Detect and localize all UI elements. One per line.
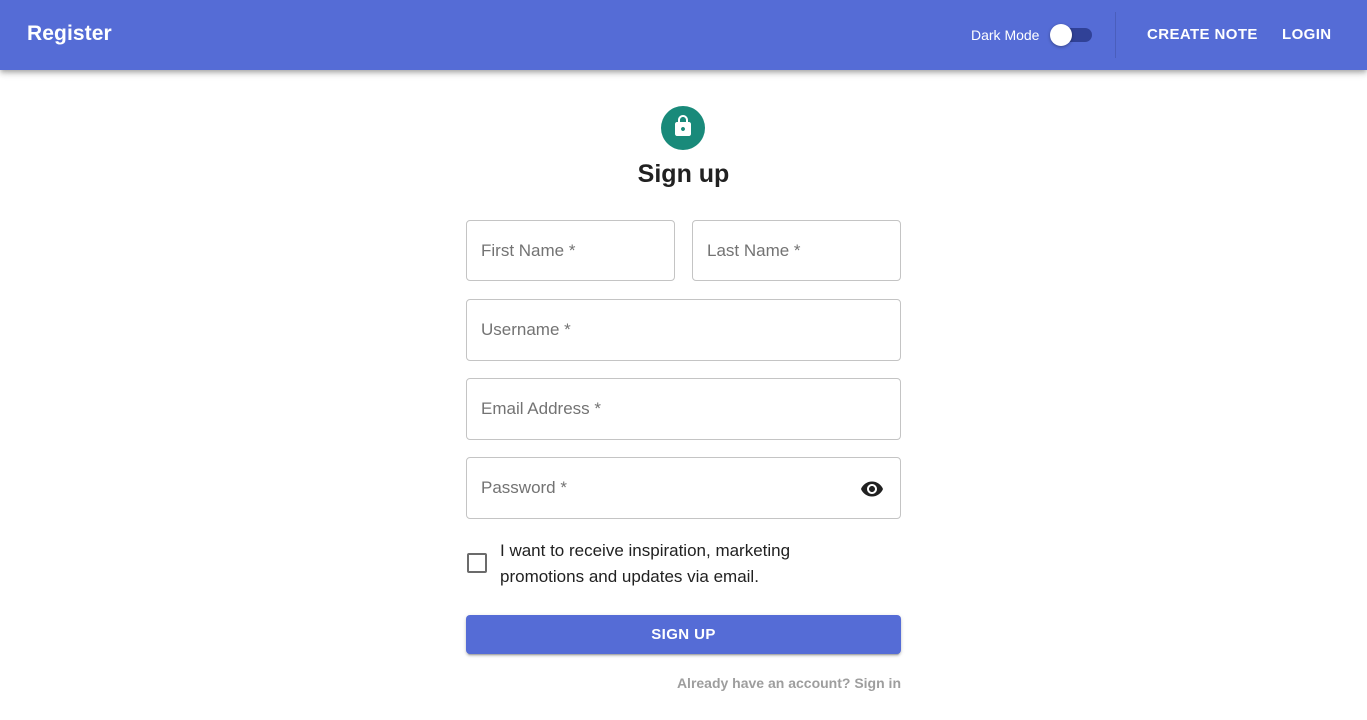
email-field[interactable]: Email Address *	[466, 378, 901, 440]
login-button[interactable]: LOGIN	[1282, 26, 1332, 43]
page-title: Register	[27, 22, 112, 45]
dark-mode-toggle[interactable]	[1049, 24, 1093, 46]
lock-icon	[671, 114, 695, 143]
app-bar: Register Dark Mode CREATE NOTE LOGIN	[0, 0, 1367, 70]
avatar	[661, 106, 705, 150]
eye-icon[interactable]	[859, 476, 885, 502]
password-placeholder: Password *	[481, 478, 567, 497]
dark-mode-label: Dark Mode	[971, 27, 1040, 43]
create-note-button[interactable]: CREATE NOTE	[1147, 26, 1258, 43]
last-name-placeholder: Last Name *	[707, 241, 801, 260]
first-name-placeholder: First Name *	[481, 241, 576, 260]
sign-in-link[interactable]: Already have an account? Sign in	[560, 675, 901, 691]
marketing-checkbox[interactable]	[467, 553, 487, 573]
nav-divider	[1115, 12, 1116, 58]
password-field[interactable]: Password *	[466, 457, 901, 519]
first-name-field[interactable]: First Name *	[466, 220, 675, 281]
email-placeholder: Email Address *	[481, 399, 601, 418]
form-heading: Sign up	[637, 160, 730, 188]
marketing-checkbox-label[interactable]: I want to receive inspiration, marketing…	[500, 538, 860, 590]
username-field[interactable]: Username *	[466, 299, 901, 361]
username-placeholder: Username *	[481, 320, 571, 339]
last-name-field[interactable]: Last Name *	[692, 220, 901, 281]
sign-up-button[interactable]: SIGN UP	[466, 615, 901, 654]
toggle-thumb[interactable]	[1050, 24, 1072, 46]
